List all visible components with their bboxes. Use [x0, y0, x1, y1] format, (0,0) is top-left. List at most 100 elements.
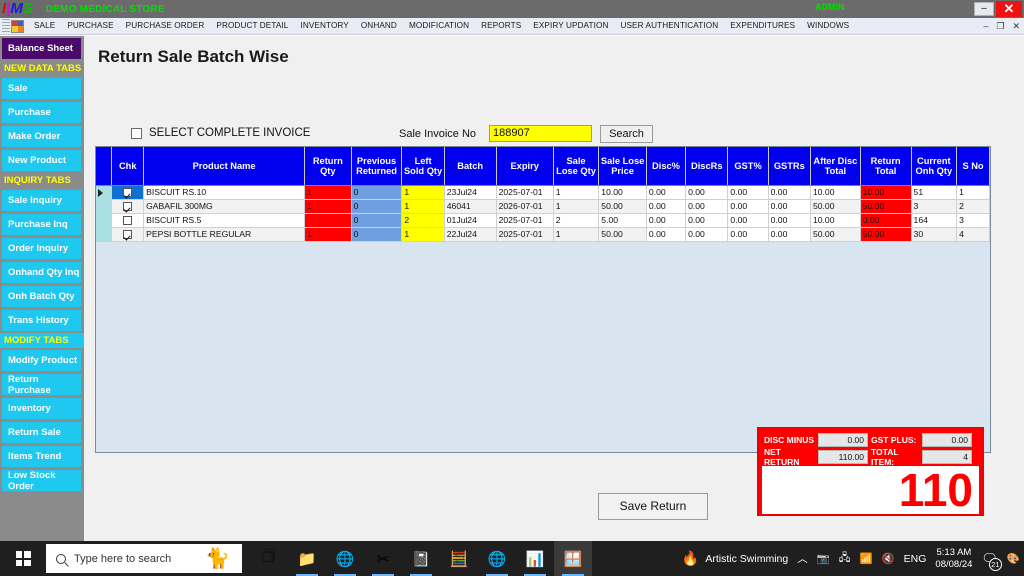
cell-left-sold-qty[interactable]: 1 [401, 185, 445, 200]
row-indicator[interactable] [96, 227, 113, 242]
cell-product-name[interactable]: BISCUIT RS.10 [143, 185, 306, 200]
sidebar-item-onh-batch-qty[interactable]: Onh Batch Qty [1, 285, 82, 308]
cell-after-disc-total[interactable]: 10.00 [810, 185, 861, 200]
cell-batch[interactable]: 23Jul24 [444, 185, 497, 200]
cell-sale-lose-qty[interactable]: 1 [553, 185, 600, 200]
cell-current-onh-qty[interactable]: 3 [911, 199, 958, 214]
menu-item-onhand[interactable]: ONHAND [355, 18, 403, 34]
checkbox-checked-icon[interactable] [123, 188, 133, 198]
col-disc-pct[interactable]: Disc% [646, 147, 687, 186]
cell-expiry[interactable]: 2026-07-01 [496, 199, 554, 214]
table-row[interactable]: GABAFIL 300MG 1 0 1 46041 2026-07-01 1 50.00 0.0… [96, 199, 990, 214]
sidebar-item-return-purchase[interactable]: Return Purchase [1, 373, 82, 396]
menu-item-purchase[interactable]: PURCHASE [61, 18, 119, 34]
row-indicator[interactable] [96, 185, 113, 200]
cell-disc-rs[interactable]: 0.00 [685, 185, 729, 200]
cell-left-sold-qty[interactable]: 1 [401, 199, 445, 214]
table-row[interactable]: BISCUIT RS.5 0 2 01Jul24 2025-07-01 2 5.00 0.00… [96, 213, 990, 228]
sale-invoice-no-input[interactable]: 188907 [489, 125, 592, 142]
cell-sale-lose-price[interactable]: 10.00 [598, 185, 647, 200]
save-return-button[interactable]: Save Return [598, 493, 708, 520]
menu-item-expenditures[interactable]: EXPENDITURES [724, 18, 801, 34]
select-complete-invoice-checkbox[interactable]: SELECT COMPLETE INVOICE [131, 127, 310, 139]
cell-disc-rs[interactable]: 0.00 [685, 213, 729, 228]
cell-after-disc-total[interactable]: 10.00 [810, 213, 861, 228]
sidebar-item-order-inquiry[interactable]: Order Inquiry [1, 237, 82, 260]
wifi-icon[interactable]: 📶 [860, 552, 873, 565]
ims-app-icon[interactable]: 🪟 [554, 541, 592, 576]
checkbox-unchecked-icon[interactable] [123, 216, 133, 226]
menu-item-expiry-updation[interactable]: EXPIRY UPDATION [527, 18, 614, 34]
col-row-indicator[interactable] [96, 147, 113, 186]
sidebar-item-low-stock-order[interactable]: Low Stock Order [1, 469, 82, 492]
col-current-onh-qty[interactable]: Current Onh Qty [911, 147, 958, 186]
col-disc-rs[interactable]: DiscRs [685, 147, 729, 186]
chrome-icon[interactable]: 🌐 [326, 541, 364, 576]
sidebar-item-make-order[interactable]: Make Order [1, 125, 82, 148]
sidebar-item-balance-sheet[interactable]: Balance Sheet [1, 37, 82, 60]
cell-gst-pct[interactable]: 0.00 [727, 185, 769, 200]
col-after-disc-total[interactable]: After Disc Total [810, 147, 861, 186]
row-checkbox[interactable] [111, 213, 145, 228]
cell-disc-pct[interactable]: 0.00 [646, 185, 687, 200]
cell-disc-pct[interactable]: 0.00 [646, 213, 687, 228]
cell-after-disc-total[interactable]: 50.00 [810, 199, 861, 214]
cell-return-total[interactable]: 10.00 [860, 185, 912, 200]
onenote-icon[interactable]: 📓 [402, 541, 440, 576]
cell-s-no[interactable]: 4 [956, 227, 990, 242]
cell-expiry[interactable]: 2025-07-01 [496, 227, 554, 242]
menu-item-reports[interactable]: REPORTS [475, 18, 527, 34]
col-s-no[interactable]: S No [956, 147, 990, 186]
table-row[interactable]: BISCUIT RS.10 1 0 1 23Jul24 2025-07-01 1 10.00 0… [96, 185, 990, 200]
cell-batch[interactable]: 46041 [444, 199, 497, 214]
window-close-button[interactable]: ✕ [996, 1, 1022, 17]
taskbar-search-input[interactable]: Type here to search 🐈 [46, 544, 242, 573]
col-expiry[interactable]: Expiry [496, 147, 554, 186]
cell-batch[interactable]: 01Jul24 [444, 213, 497, 228]
col-gst-rs[interactable]: GSTRs [768, 147, 811, 186]
cell-s-no[interactable]: 1 [956, 185, 990, 200]
col-gst-pct[interactable]: GST% [727, 147, 769, 186]
cell-disc-pct[interactable]: 0.00 [646, 227, 687, 242]
cell-previous-returned[interactable]: 0 [351, 199, 403, 214]
row-indicator[interactable] [96, 199, 113, 214]
row-checkbox[interactable] [111, 227, 145, 242]
cell-gst-pct[interactable]: 0.00 [727, 213, 769, 228]
cell-expiry[interactable]: 2025-07-01 [496, 213, 554, 228]
sidebar-item-onhand-qty-inq[interactable]: Onhand Qty Inq [1, 261, 82, 284]
cell-product-name[interactable]: GABAFIL 300MG [143, 199, 306, 214]
cell-expiry[interactable]: 2025-07-01 [496, 185, 554, 200]
cell-current-onh-qty[interactable]: 30 [911, 227, 958, 242]
sidebar-item-purchase-inq[interactable]: Purchase Inq [1, 213, 82, 236]
cell-left-sold-qty[interactable]: 2 [401, 213, 445, 228]
cell-left-sold-qty[interactable]: 1 [401, 227, 445, 242]
cell-s-no[interactable]: 2 [956, 199, 990, 214]
sidebar-item-modify-product[interactable]: Modify Product [1, 349, 82, 372]
row-indicator[interactable] [96, 213, 113, 228]
cell-current-onh-qty[interactable]: 51 [911, 185, 958, 200]
cell-s-no[interactable]: 3 [956, 213, 990, 228]
cell-previous-returned[interactable]: 0 [351, 213, 403, 228]
col-sale-lose-price[interactable]: Sale Lose Price [598, 147, 647, 186]
window-minimize-button[interactable]: – [974, 2, 994, 16]
mdi-close-button[interactable]: ✕ [1012, 20, 1020, 32]
checkbox-checked-icon[interactable] [123, 230, 133, 240]
cell-disc-rs[interactable]: 0.00 [685, 227, 729, 242]
calculator-icon[interactable]: 🧮 [440, 541, 478, 576]
notifications-icon[interactable]: 🗨 21 [981, 551, 1002, 571]
menu-item-inventory[interactable]: INVENTORY [294, 18, 354, 34]
cell-product-name[interactable]: PEPSI BOTTLE REGULAR [143, 227, 306, 242]
cell-sale-lose-price[interactable]: 5.00 [598, 213, 647, 228]
cell-gst-pct[interactable]: 0.00 [727, 227, 769, 242]
file-explorer-icon[interactable]: 📁 [288, 541, 326, 576]
col-batch[interactable]: Batch [444, 147, 497, 186]
cell-gst-rs[interactable]: 0.00 [768, 199, 811, 214]
col-previous-returned[interactable]: Previous Returned [351, 147, 403, 186]
cell-return-total[interactable]: 50.00 [860, 227, 912, 242]
app-menu-icon[interactable] [11, 19, 24, 33]
col-left-sold-qty[interactable]: Left Sold Qty [401, 147, 445, 186]
mdi-minimize-button[interactable]: – [983, 20, 988, 32]
volume-muted-icon[interactable]: 🔇 [882, 552, 895, 565]
col-product-name[interactable]: Product Name [143, 147, 306, 186]
cell-after-disc-total[interactable]: 50.00 [810, 227, 861, 242]
